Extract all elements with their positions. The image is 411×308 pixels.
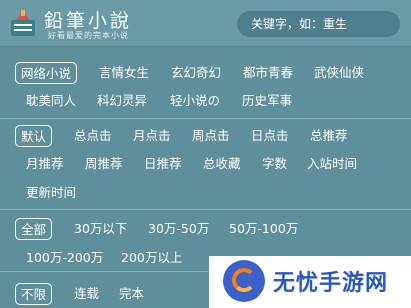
word-count-item[interactable]: 100万-200万	[26, 246, 103, 270]
category-item[interactable]: 历史军事	[242, 89, 292, 113]
category-item[interactable]: 科幻灵异	[97, 89, 147, 113]
category-item[interactable]: 言情女生	[99, 61, 149, 85]
sort-item[interactable]: 默认	[15, 125, 53, 147]
status-item[interactable]: 连载	[74, 282, 99, 306]
watermark-banner: 无忧手游网	[209, 256, 411, 308]
sort-item[interactable]: 总收藏	[203, 152, 241, 176]
sort-item[interactable]: 月点击	[133, 124, 171, 148]
word-count-item[interactable]: 50万-100万	[229, 217, 298, 241]
status-item[interactable]: 不限	[15, 283, 53, 305]
word-count-item[interactable]: 30万以下	[74, 217, 127, 241]
watermark-text: 无忧手游网	[273, 271, 389, 296]
sort-item[interactable]: 字数	[262, 152, 287, 176]
logo-subtitle: 好看最爱的完本小说	[48, 31, 129, 40]
site-logo[interactable]: 鉛筆小說 好看最爱的完本小说	[8, 6, 158, 42]
sort-item[interactable]: 周推荐	[85, 152, 123, 176]
word-count-item[interactable]: 30万-50万	[148, 217, 209, 241]
category-item[interactable]: 网络小说	[15, 62, 78, 84]
sort-item[interactable]: 月推荐	[26, 152, 64, 176]
sort-item[interactable]: 入站时间	[307, 152, 357, 176]
category-item[interactable]: 耽美同人	[26, 89, 76, 113]
book-logo-icon	[11, 10, 35, 36]
sort-item[interactable]: 周点击	[192, 124, 230, 148]
category-item[interactable]: 玄幻奇幻	[171, 61, 221, 85]
sort-item[interactable]: 更新时间	[26, 181, 76, 205]
sort-item[interactable]: 日推荐	[144, 152, 182, 176]
word-count-item[interactable]: 200万以上	[121, 246, 182, 270]
word-count-item[interactable]: 全部	[15, 218, 53, 240]
sort-item[interactable]: 总点击	[74, 124, 112, 148]
header: 鉛筆小說 好看最爱的完本小说 关键字，如：重生	[0, 0, 411, 46]
watermark-logo-icon	[223, 260, 265, 302]
category-item[interactable]: 都市青春	[243, 61, 293, 85]
logo-title: 鉛筆小說	[44, 10, 133, 32]
sort-item[interactable]: 总推荐	[310, 124, 348, 148]
status-item[interactable]: 完本	[119, 282, 144, 306]
search-input[interactable]: 关键字，如：重生	[237, 11, 400, 37]
category-filter: 网络小说 言情女生 玄幻奇幻 都市青春 武侠仙侠 耽美同人 科幻灵异 轻小说の …	[0, 58, 411, 119]
sort-item[interactable]: 日点击	[251, 124, 289, 148]
sort-filter: 默认 总点击 月点击 周点击 日点击 总推荐 月推荐 周推荐 日推荐 总收藏 字…	[0, 121, 411, 210]
category-item[interactable]: 武侠仙侠	[314, 61, 364, 85]
category-item[interactable]: 轻小说の	[170, 89, 220, 113]
